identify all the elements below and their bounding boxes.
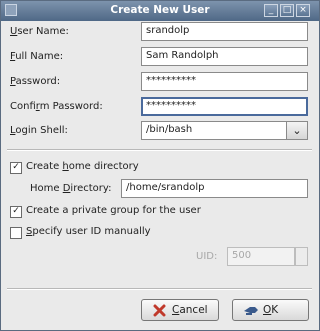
ok-button[interactable]: OK xyxy=(232,299,309,321)
uid-label: UID: xyxy=(196,251,218,262)
maximize-button[interactable]: □ xyxy=(280,4,294,17)
separator xyxy=(7,288,312,290)
manual-uid-label: Specify user ID manually xyxy=(26,226,151,237)
password-input[interactable]: ********** xyxy=(141,72,308,91)
minimize-button[interactable]: _ xyxy=(264,4,278,17)
login-shell-select[interactable]: /bin/bash ⌄ xyxy=(141,121,308,140)
create-home-checkbox[interactable]: ✓ xyxy=(10,162,22,174)
title-bar[interactable]: Create New User _ □ × xyxy=(1,1,319,21)
login-shell-label: Login Shell: xyxy=(10,125,68,136)
cancel-button[interactable]: Cancel xyxy=(141,299,219,321)
fullname-label: Full Name: xyxy=(10,51,64,62)
close-button[interactable]: × xyxy=(296,4,310,17)
confirm-password-input[interactable]: ********** xyxy=(141,97,308,116)
uid-input: 500 xyxy=(227,247,295,266)
separator xyxy=(7,149,312,151)
ok-label: OK xyxy=(263,304,279,316)
ok-icon xyxy=(244,307,258,315)
private-group-checkbox[interactable]: ✓ xyxy=(10,206,22,218)
home-directory-input[interactable]: /home/srandolp xyxy=(121,179,308,198)
manual-uid-checkbox[interactable] xyxy=(10,227,22,239)
home-directory-label: Home Directory: xyxy=(30,183,112,194)
username-input[interactable]: srandolp xyxy=(141,22,308,41)
uid-spin-button xyxy=(295,247,308,266)
private-group-label: Create a private group for the user xyxy=(26,205,201,216)
confirm-password-label: Confirm Password: xyxy=(10,101,103,112)
fullname-input[interactable]: Sam Randolph xyxy=(141,47,308,66)
chevron-down-icon[interactable]: ⌄ xyxy=(286,122,307,139)
login-shell-value: /bin/bash xyxy=(146,124,193,135)
create-user-dialog: Create New User _ □ × User Name: srandol… xyxy=(0,0,320,331)
password-label: Password: xyxy=(10,76,61,87)
create-home-label: Create home directory xyxy=(26,161,139,172)
username-label: User Name: xyxy=(10,26,69,37)
cancel-label: Cancel xyxy=(172,304,208,316)
cancel-icon xyxy=(153,304,166,317)
